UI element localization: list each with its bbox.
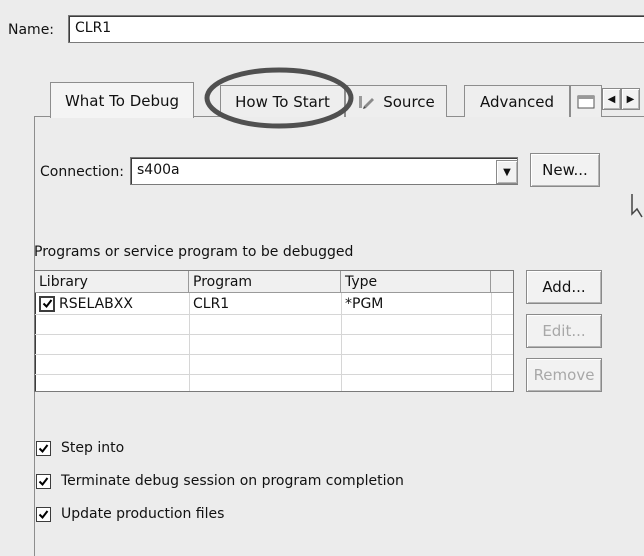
update-production-files-checkbox[interactable]: [36, 506, 51, 522]
column-header-program[interactable]: Program: [189, 271, 341, 293]
edit-button[interactable]: Edit...: [526, 314, 602, 348]
option-step-into[interactable]: Step into: [36, 440, 124, 456]
table-cell-program-text: CLR1: [193, 295, 230, 312]
connection-select-value: s400a: [137, 162, 180, 178]
column-header-program-label: Program: [193, 273, 253, 290]
column-header-library[interactable]: Library: [35, 271, 189, 293]
name-label: Name:: [8, 22, 55, 38]
checkmark-icon: [38, 443, 49, 453]
grid-line: [35, 354, 513, 355]
chevron-down-icon: ▼: [503, 166, 511, 178]
terminate-session-checkbox[interactable]: [36, 473, 51, 489]
mouse-pointer-icon: [631, 194, 643, 218]
source-icon: [357, 94, 377, 110]
tab-advanced-label: Advanced: [479, 92, 555, 111]
tab-advanced[interactable]: Advanced: [464, 85, 570, 117]
programs-table[interactable]: Library Program Type RSELABXX CLR1 *PGM: [34, 270, 514, 392]
option-update-production-files[interactable]: Update production files: [36, 506, 224, 522]
update-production-files-label: Update production files: [61, 506, 225, 522]
checkmark-icon: [42, 299, 52, 309]
add-button-label: Add...: [542, 278, 586, 296]
scroll-tabs-left-button[interactable]: ◀: [602, 88, 621, 110]
grid-line: [189, 293, 190, 391]
grid-line: [35, 314, 513, 315]
option-terminate-debug-session[interactable]: Terminate debug session on program compl…: [36, 473, 404, 489]
step-into-checkbox[interactable]: [36, 440, 51, 456]
checkmark-icon: [38, 476, 49, 486]
table-cell-type-text: *PGM: [345, 295, 384, 312]
column-header-library-label: Library: [39, 273, 88, 290]
table-cell-library-text: RSELABXX: [59, 295, 133, 312]
new-connection-button-label: New...: [542, 161, 588, 179]
table-cell-library: RSELABXX: [35, 293, 189, 314]
table-cell-type: *PGM: [341, 293, 491, 314]
connection-label: Connection:: [40, 164, 124, 180]
arrow-left-icon: ◀: [607, 93, 616, 105]
programs-heading: Programs or service program to be debugg…: [34, 244, 354, 260]
new-connection-button[interactable]: New...: [530, 153, 600, 187]
grid-line: [491, 293, 492, 391]
arrow-right-icon: ▶: [626, 93, 635, 105]
grid-line: [35, 334, 513, 335]
add-button[interactable]: Add...: [526, 270, 602, 304]
column-header-type[interactable]: Type: [341, 271, 491, 293]
name-input[interactable]: CLR1: [68, 15, 644, 43]
grid-line: [341, 293, 342, 391]
scroll-tabs-right-button[interactable]: ▶: [621, 88, 640, 110]
connection-dropdown-button[interactable]: ▼: [496, 160, 518, 184]
grid-line: [35, 374, 513, 375]
checkmark-icon: [38, 509, 49, 519]
tab-what-to-debug-label: What To Debug: [64, 91, 180, 110]
name-input-value: CLR1: [75, 20, 112, 36]
tab-source[interactable]: Source: [345, 85, 447, 117]
remove-button[interactable]: Remove: [526, 358, 602, 392]
step-into-label: Step into: [61, 440, 125, 456]
tab-overflow[interactable]: [570, 85, 602, 117]
tab-source-label: Source: [383, 92, 435, 111]
remove-button-label: Remove: [533, 366, 595, 384]
table-cell-program: CLR1: [189, 293, 341, 314]
window-icon: [577, 95, 595, 109]
table-row[interactable]: RSELABXX CLR1 *PGM: [35, 293, 513, 314]
tab-what-to-debug[interactable]: What To Debug: [50, 82, 194, 118]
row-checkbox[interactable]: [39, 295, 55, 312]
column-header-type-label: Type: [345, 273, 378, 290]
connection-select[interactable]: s400a: [130, 157, 518, 185]
column-header-filler: [491, 271, 513, 293]
edit-button-label: Edit...: [542, 322, 586, 340]
terminate-session-label: Terminate debug session on program compl…: [61, 473, 404, 489]
highlight-ellipse: [204, 67, 354, 129]
